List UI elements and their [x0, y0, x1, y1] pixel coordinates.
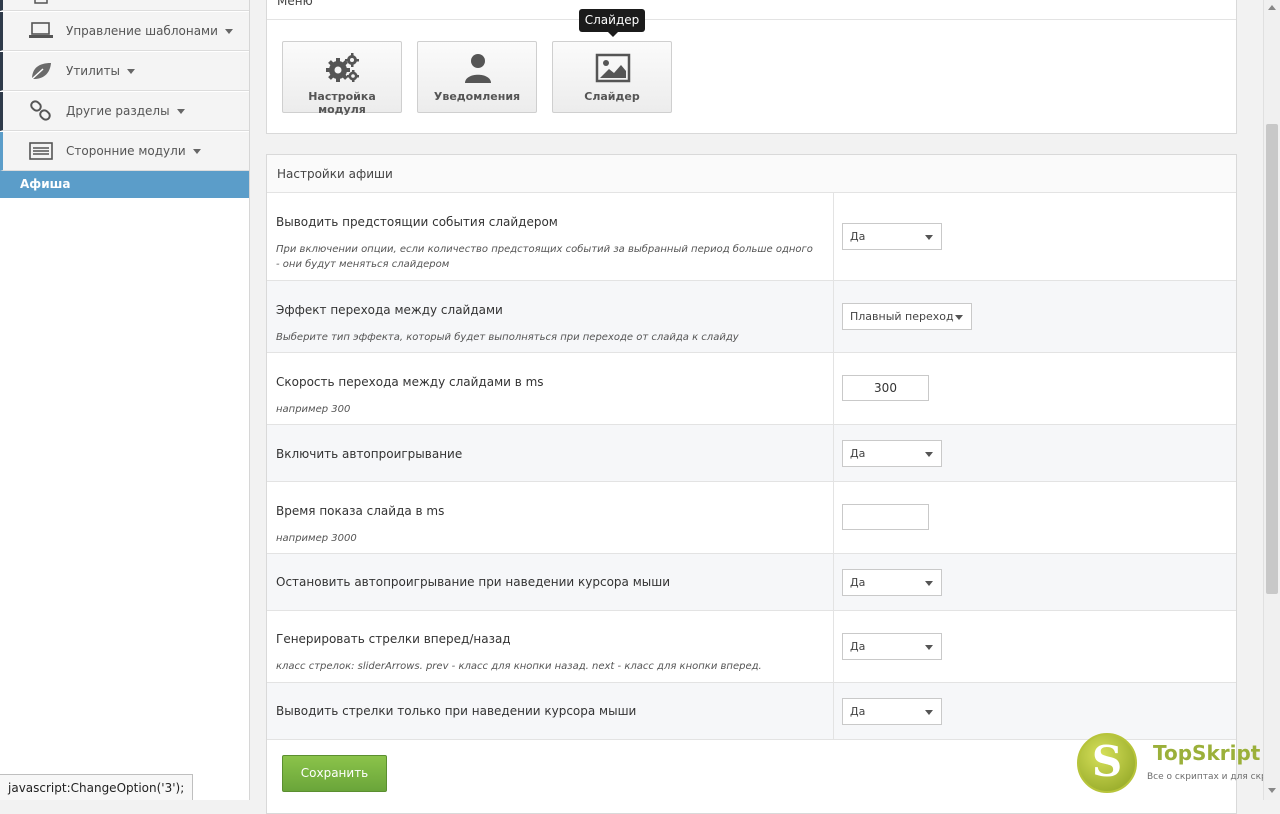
sidebar-item-label: Афиша — [20, 177, 71, 191]
button-label: Настройка модуля — [308, 90, 376, 116]
user-icon — [460, 52, 496, 84]
chevron-down-icon — [176, 109, 185, 114]
sidebar-item-other[interactable]: Другие разделы — [0, 92, 249, 131]
module-settings-button[interactable]: Настройка модуля — [282, 41, 402, 116]
scrollbar[interactable] — [1263, 0, 1280, 800]
chevron-down-icon — [127, 69, 136, 74]
sidebar-item-utilities[interactable]: Утилиты — [0, 52, 249, 91]
image-icon — [595, 52, 631, 84]
divider — [267, 19, 1236, 20]
sidebar-item-afisha[interactable]: Афиша — [0, 171, 249, 198]
sidebar-item-label: Другие разделы — [66, 104, 170, 118]
notifications-button[interactable]: Уведомления — [417, 41, 537, 113]
transition-effect-select[interactable]: Плавный переход — [842, 303, 972, 330]
setting-description: класс стрелок: sliderArrows. prev - клас… — [276, 661, 762, 672]
sidebar-item-templates[interactable]: Управление шаблонами — [0, 12, 249, 51]
chevron-down-icon — [925, 581, 933, 586]
setting-description: например 3000 — [276, 533, 357, 544]
status-bar: javascript:ChangeOption('3'); — [0, 774, 194, 800]
pause-on-hover-select[interactable]: Да — [842, 569, 942, 596]
topskript-logo: S TopSkript Все о скриптах и для скрипто… — [1077, 733, 1280, 795]
logo-tagline: Все о скриптах и для скриптов... — [1147, 772, 1280, 782]
setting-title: Скорость перехода между слайдами в ms — [276, 375, 544, 389]
save-button[interactable]: Сохранить — [282, 755, 387, 792]
settings-row: Остановить автопроигрывание при наведени… — [267, 554, 1236, 611]
settings-row: Выводить предстоящии события слайдером П… — [267, 193, 1236, 281]
slider-tooltip: Слайдер — [579, 9, 645, 37]
menu-panel: Меню Настройка модуля Уведомления Слайде… — [266, 0, 1237, 134]
setting-title: Выводить предстоящии события слайдером — [276, 215, 558, 229]
logo-s-letter: S — [1091, 737, 1123, 786]
laptop-icon — [29, 20, 53, 42]
setting-title: Выводить стрелки только при наведении ку… — [276, 704, 637, 718]
settings-row: Время показа слайда в ms например 3000 — [267, 482, 1236, 554]
arrows-select[interactable]: Да — [842, 633, 942, 660]
link-icon — [29, 100, 53, 122]
sidebar-item-label: Сторонние модули — [66, 144, 186, 158]
leaf-icon — [29, 60, 53, 82]
sidebar-item-label: Управление шаблонами — [66, 24, 218, 38]
setting-title: Эффект перехода между слайдами — [276, 303, 503, 317]
setting-title: Время показа слайда в ms — [276, 504, 445, 518]
button-label: Уведомления — [433, 90, 521, 103]
sidebar-item-hidden[interactable] — [0, 0, 249, 11]
settings-row: Скорость перехода между слайдами в ms на… — [267, 353, 1236, 425]
chevron-down-icon — [955, 315, 963, 320]
autoplay-select[interactable]: Да — [842, 440, 942, 467]
slide-duration-input[interactable] — [842, 504, 929, 530]
slider-events-select[interactable]: Да — [842, 223, 942, 250]
chevron-down-icon — [925, 235, 933, 240]
gears-icon — [325, 52, 361, 84]
chevron-down-icon — [224, 29, 233, 34]
settings-row: Выводить стрелки только при наведении ку… — [267, 683, 1236, 740]
settings-row: Эффект перехода между слайдами Выберите … — [267, 281, 1236, 353]
sidebar: Управление шаблонами Утилиты Другие разд… — [0, 0, 250, 800]
panel-title: Меню — [277, 0, 313, 8]
chevron-down-icon — [925, 452, 933, 457]
chevron-down-icon — [192, 149, 201, 154]
chevron-down-icon — [925, 710, 933, 715]
arrows-on-hover-select[interactable]: Да — [842, 698, 942, 725]
chevron-down-icon — [925, 645, 933, 650]
setting-description: Выберите тип эффекта, который будет выпо… — [276, 332, 739, 343]
settings-row: Включить автопроигрывание Да — [267, 425, 1236, 482]
transition-speed-input[interactable]: 300 — [842, 375, 929, 401]
sidebar-item-third-party[interactable]: Сторонние модули — [0, 132, 249, 171]
setting-title: Генерировать стрелки вперед/назад — [276, 632, 511, 646]
panel-title: Настройки афиши — [267, 155, 1236, 193]
scroll-down-icon[interactable] — [1268, 788, 1276, 793]
settings-panel: Настройки афиши Выводить предстоящии соб… — [266, 154, 1237, 814]
setting-description: например 300 — [276, 404, 351, 415]
button-label: Слайдер — [584, 90, 640, 103]
list-icon — [29, 140, 53, 162]
setting-title: Остановить автопроигрывание при наведени… — [276, 575, 671, 589]
slider-button[interactable]: Слайдер — [552, 41, 672, 113]
scroll-thumb[interactable] — [1266, 124, 1278, 594]
sidebar-item-label: Утилиты — [66, 64, 121, 78]
setting-title: Включить автопроигрывание — [276, 447, 463, 461]
setting-description: При включении опции, если количество пре… — [276, 244, 813, 270]
logo-title: TopSkript — [1153, 741, 1261, 765]
scroll-up-icon[interactable] — [1268, 5, 1276, 10]
settings-row: Генерировать стрелки вперед/назад класс … — [267, 611, 1236, 683]
